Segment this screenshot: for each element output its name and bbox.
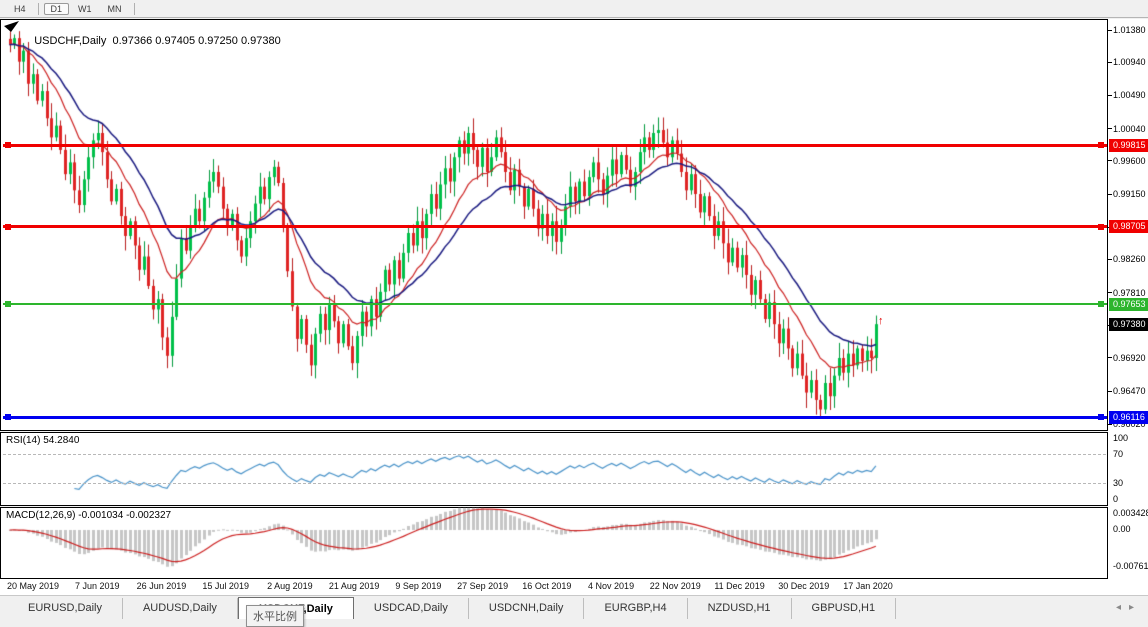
symbol-ohlc-label: USDCHF,Daily 0.97366 0.97405 0.97250 0.9…	[22, 23, 281, 59]
price-tick-dash	[1108, 61, 1112, 63]
rsi-axis-label: 70	[1113, 448, 1124, 459]
date-label: 27 Sep 2019	[457, 581, 509, 591]
price-tick-dash	[1108, 357, 1112, 359]
date-label: 20 May 2019	[6, 581, 60, 591]
hline-right-handle	[1098, 223, 1104, 230]
rsi-level-70-line	[3, 453, 1106, 455]
macd-axis-label: -0.007615	[1113, 561, 1148, 571]
price-tick-label: 1.00940	[1113, 57, 1146, 68]
price-up-arrow-icon: ↑	[878, 315, 884, 327]
tab-usdcnh[interactable]: USDCNH,Daily	[469, 598, 585, 619]
current-price-badge: 0.97380	[1109, 317, 1148, 331]
price-tick-dash	[1108, 94, 1112, 96]
tab-eurusd[interactable]: EURUSD,Daily	[8, 598, 123, 619]
price-tick-label: 0.96920	[1113, 352, 1146, 363]
macd-axis-label: 0.00	[1113, 524, 1131, 534]
support-line-blue[interactable]	[3, 415, 1107, 419]
rsi-label: RSI(14) 54.2840	[6, 435, 80, 446]
date-label: 15 Jul 2019	[202, 581, 249, 591]
date-label: 26 Jun 2019	[136, 581, 187, 591]
date-label: 30 Dec 2019	[778, 581, 830, 591]
date-label: 21 Aug 2019	[328, 581, 380, 591]
price-tick-dash	[1108, 128, 1112, 130]
date-label: 7 Jun 2019	[74, 581, 120, 591]
toolbar-separator	[133, 2, 135, 15]
price-tick-dash	[1108, 390, 1112, 392]
tab-gbpusd[interactable]: GBPUSD,H1	[792, 598, 897, 619]
hline-left-handle	[5, 301, 11, 308]
toolbar-separator	[37, 2, 39, 15]
timeframe-toolbar: H4 D1 W1 MN	[0, 0, 1148, 18]
tf-button-w1[interactable]: W1	[71, 3, 99, 15]
date-label: 2 Aug 2019	[267, 581, 313, 591]
price-tick-dash	[1108, 29, 1112, 31]
price-tick-label: 0.98260	[1113, 254, 1146, 265]
price-tick-dash	[1108, 160, 1112, 162]
price-badge-097653: 0.97653	[1109, 297, 1148, 311]
price-tick-label: 0.96470	[1113, 386, 1146, 397]
rsi-axis-label: 0	[1113, 494, 1119, 504]
date-label: 22 Nov 2019	[649, 581, 701, 591]
price-badge-098705: 0.98705	[1109, 220, 1148, 234]
tab-scroll-right-icon[interactable]: ▸	[1129, 602, 1142, 613]
hline-right-handle	[1098, 414, 1104, 421]
tab-nzdusd[interactable]: NZDUSD,H1	[688, 598, 792, 619]
hline-right-handle	[1098, 142, 1104, 149]
macd-values: -0.001034 -0.002327	[78, 510, 172, 521]
price-tick-label: 1.01380	[1113, 25, 1146, 36]
support-line-green[interactable]	[3, 303, 1107, 306]
tab-scroll-left-icon[interactable]: ◂	[1116, 602, 1129, 613]
symbol-label: USDCHF,Daily	[34, 35, 107, 47]
price-tick-dash	[1108, 292, 1112, 294]
date-label: 9 Sep 2019	[395, 581, 442, 591]
tf-button-d1[interactable]: D1	[43, 2, 70, 15]
price-tick-dash	[1108, 423, 1112, 425]
resistance-line-lower[interactable]	[3, 225, 1107, 229]
price-badge-096116: 0.96116	[1109, 410, 1148, 424]
price-tick-label: 0.97810	[1113, 287, 1146, 298]
price-tick-dash	[1108, 193, 1112, 195]
rsi-level-30-line	[3, 483, 1106, 485]
date-label: 4 Nov 2019	[588, 581, 635, 591]
price-badge-099815: 0.99815	[1109, 138, 1148, 152]
tf-button-h4[interactable]: H4	[7, 3, 33, 15]
price-tick-label: 1.00040	[1113, 123, 1146, 134]
ohlc-values: 0.97366 0.97405 0.97250 0.97380	[112, 35, 281, 47]
rsi-axis-label: 30	[1113, 478, 1124, 489]
tab-eurgbp[interactable]: EURGBP,H4	[584, 598, 688, 619]
macd-axis-label: 0.003428	[1113, 508, 1148, 518]
tab-usdcad[interactable]: USDCAD,Daily	[354, 598, 469, 619]
rsi-axis-label: 100	[1113, 433, 1129, 443]
tf-button-mn[interactable]: MN	[101, 3, 129, 15]
symbol-tabbar: EURUSD,DailyAUDUSD,DailyUSDCHF,DailyUSDC…	[0, 595, 1148, 625]
macd-label: MACD(12,26,9) -0.001034 -0.002327	[6, 510, 172, 521]
hline-left-handle	[5, 142, 11, 149]
date-label: 16 Oct 2019	[522, 581, 572, 591]
tab-audusd[interactable]: AUDUSD,Daily	[123, 598, 238, 619]
chart-canvas	[0, 0, 1148, 624]
date-label: 17 Jan 2020	[843, 581, 893, 591]
resistance-line-upper[interactable]	[3, 143, 1107, 147]
price-tick-label: 0.99150	[1113, 189, 1146, 200]
price-tick-dash	[1108, 258, 1112, 260]
rsi-value: 54.2840	[43, 435, 80, 446]
price-tick-label: 1.00490	[1113, 90, 1146, 101]
price-tick-label: 0.99600	[1113, 155, 1146, 166]
chart-application-window: H4 D1 W1 MN USDCHF,Daily 0.97366 0.97405 0.…	[0, 0, 1148, 627]
hline-right-handle	[1098, 301, 1104, 308]
date-label: 11 Dec 2019	[714, 581, 765, 591]
hline-left-handle	[5, 223, 11, 230]
chart-shift-arrow-icon	[4, 21, 19, 32]
hline-left-handle	[5, 414, 11, 421]
